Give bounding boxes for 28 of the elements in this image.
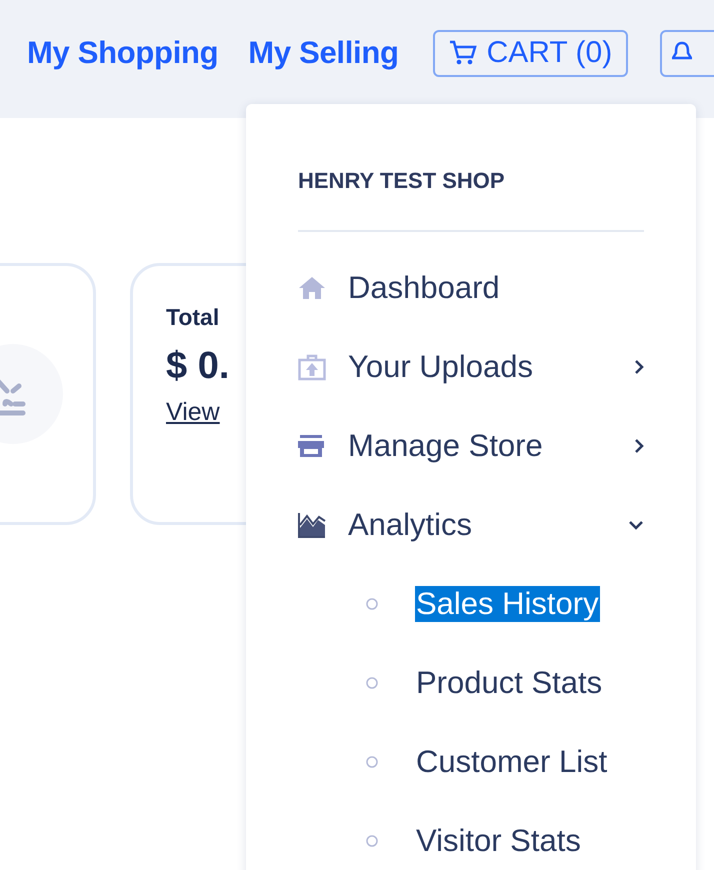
bullet-icon bbox=[366, 834, 378, 846]
store-icon bbox=[298, 434, 324, 458]
view-link[interactable]: View bbox=[166, 398, 220, 427]
submenu-item[interactable]: Product Stats bbox=[415, 664, 604, 700]
bullet-icon bbox=[366, 676, 378, 688]
chevron-down-icon[interactable] bbox=[628, 520, 644, 530]
chevron-right-icon[interactable] bbox=[634, 438, 644, 454]
submenu-item[interactable]: Visitor Stats bbox=[415, 822, 582, 858]
card-title: Total bbox=[166, 304, 220, 331]
chevron-right-icon[interactable] bbox=[634, 358, 644, 374]
shop-title: HENRY TEST SHOP bbox=[298, 168, 644, 232]
menu-item[interactable]: Analytics bbox=[298, 485, 644, 564]
cart-button[interactable]: CART (0) bbox=[432, 30, 628, 76]
notification-button[interactable] bbox=[660, 30, 714, 76]
area-chart-icon bbox=[298, 512, 326, 538]
nav-link[interactable]: My Shopping bbox=[27, 35, 218, 71]
home-icon bbox=[298, 276, 326, 300]
nav-link[interactable]: My Selling bbox=[248, 35, 399, 71]
menu-item[interactable]: Your Uploads bbox=[298, 327, 644, 406]
upload-box-icon bbox=[298, 352, 326, 380]
submenu-item[interactable]: Customer List bbox=[415, 744, 608, 780]
amount-text: $ 0. bbox=[166, 345, 230, 388]
bullet-icon bbox=[366, 756, 378, 768]
bullet-icon bbox=[366, 598, 378, 610]
submenu-item[interactable]: Sales History bbox=[415, 586, 600, 622]
cart-icon bbox=[448, 39, 477, 67]
menu-item[interactable]: Dashboard bbox=[298, 248, 644, 327]
menu-item[interactable]: Manage Store bbox=[298, 406, 644, 485]
